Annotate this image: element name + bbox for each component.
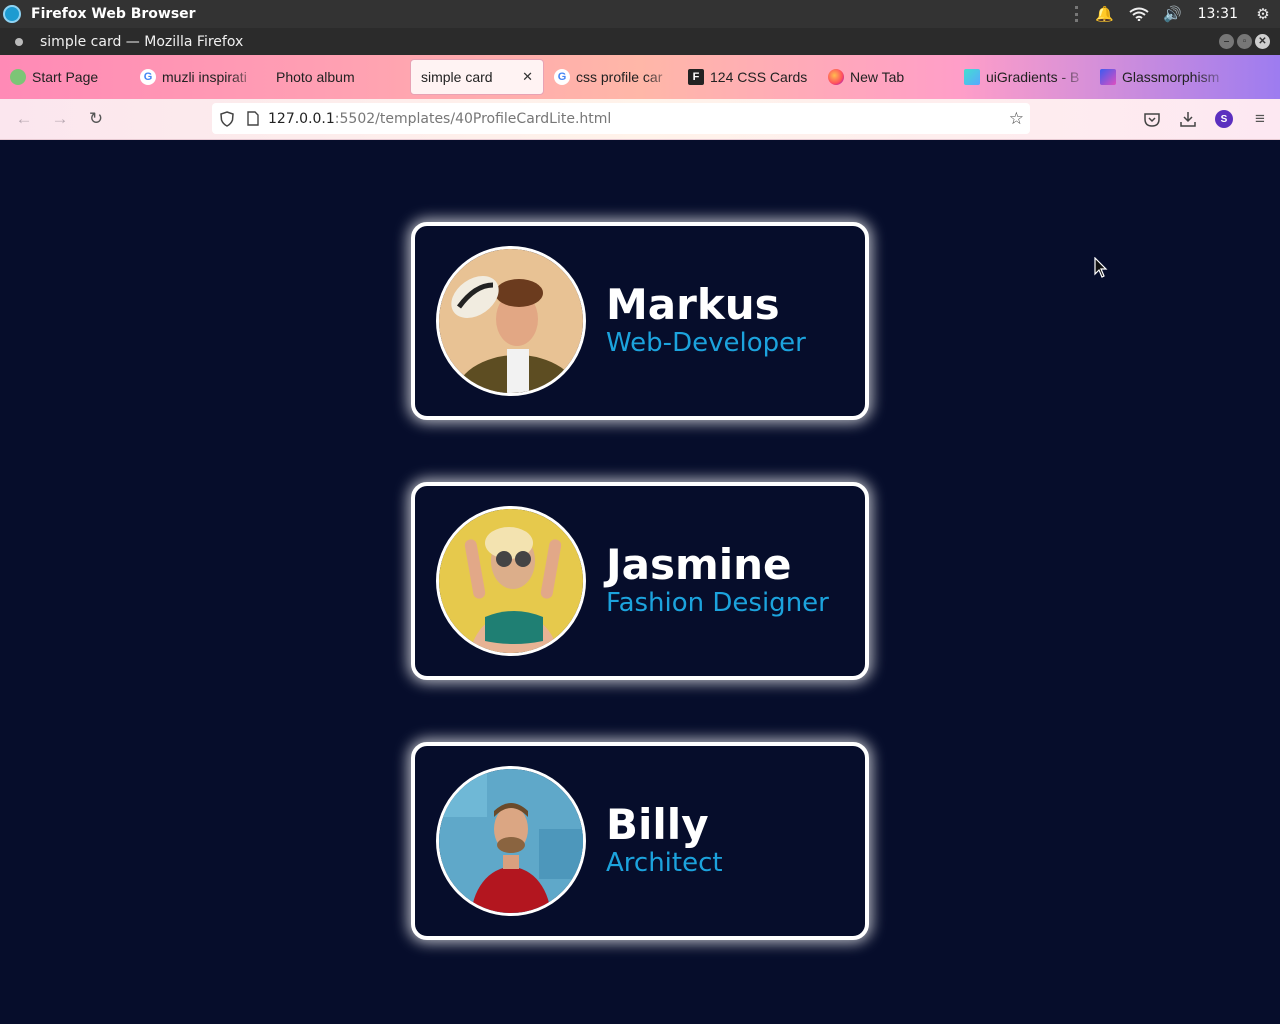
profile-role: Web-Developer bbox=[606, 328, 806, 358]
freefrontend-icon: F bbox=[688, 69, 704, 85]
url-text[interactable]: 127.0.0.1:5502/templates/40ProfileCardLi… bbox=[268, 111, 611, 127]
separator bbox=[1074, 6, 1078, 22]
tab-simple-card[interactable]: simple card ✕ bbox=[410, 59, 544, 95]
tab-uigradients[interactable]: uiGradients - B bbox=[954, 59, 1090, 95]
reload-icon[interactable]: ↻ bbox=[78, 101, 114, 137]
page-content: Markus Web-Developer Jasmine Fashion Des… bbox=[0, 140, 1280, 1024]
profile-name: Markus bbox=[606, 280, 780, 329]
google-icon: G bbox=[554, 69, 570, 85]
window-controls: – ▫ ✕ bbox=[1219, 34, 1270, 49]
toolbar-right: S ≡ bbox=[1140, 99, 1272, 139]
tab-label: uiGradients - B bbox=[986, 69, 1080, 85]
profile-info: Jasmine Fashion Designer bbox=[606, 543, 829, 619]
minimize-button[interactable]: – bbox=[1219, 34, 1234, 49]
tab-glassmorphism[interactable]: Glassmorphism bbox=[1090, 59, 1230, 95]
puzzle-icon bbox=[10, 69, 26, 85]
os-top-bar: Firefox Web Browser 🔔 🔊 13:31 ⚙ bbox=[0, 0, 1280, 28]
hamburger-menu-icon[interactable]: ≡ bbox=[1248, 101, 1272, 137]
tab-label: 124 CSS Cards bbox=[710, 69, 808, 85]
avatar bbox=[436, 766, 586, 916]
url-path: :5502/templates/40ProfileCardLite.html bbox=[334, 110, 612, 127]
tab-label: simple card bbox=[421, 69, 493, 85]
tab-strip: Start Page G muzli inspirati Photo album… bbox=[0, 55, 1280, 99]
close-window-button[interactable]: ✕ bbox=[1255, 34, 1270, 49]
profile-role: Fashion Designer bbox=[606, 588, 829, 618]
firefox-icon bbox=[828, 69, 844, 85]
avatar bbox=[436, 506, 586, 656]
profile-card-billy: Billy Architect bbox=[411, 742, 869, 940]
pocket-icon[interactable] bbox=[1140, 101, 1164, 137]
navigation-bar: ← → ↻ 127.0.0.1:5502/templates/40Profile… bbox=[0, 99, 1280, 140]
clock[interactable]: 13:31 bbox=[1190, 6, 1246, 22]
profile-name: Jasmine bbox=[606, 540, 792, 589]
address-bar[interactable]: 127.0.0.1:5502/templates/40ProfileCardLi… bbox=[212, 103, 1030, 134]
profile-card-markus: Markus Web-Developer bbox=[411, 222, 869, 420]
bookmark-star-icon[interactable]: ☆ bbox=[1009, 109, 1024, 129]
shield-icon[interactable] bbox=[212, 110, 242, 127]
bell-icon[interactable]: 🔔 bbox=[1088, 0, 1122, 28]
tab-label: css profile car bbox=[576, 69, 663, 85]
tab-124-css-cards[interactable]: F 124 CSS Cards bbox=[678, 59, 818, 95]
page-icon[interactable] bbox=[242, 111, 264, 126]
settings-gear-icon[interactable]: ⚙ bbox=[1246, 0, 1280, 28]
google-icon: G bbox=[140, 69, 156, 85]
tab-css-profile[interactable]: G css profile car bbox=[544, 59, 678, 95]
close-tab-icon[interactable]: ✕ bbox=[522, 69, 533, 85]
tab-new-tab[interactable]: New Tab bbox=[818, 59, 954, 95]
glass-icon bbox=[1100, 69, 1116, 85]
tab-label: muzli inspirati bbox=[162, 69, 247, 85]
tab-label: Photo album bbox=[276, 69, 355, 85]
os-status-area: 🔔 🔊 13:31 ⚙ bbox=[1074, 0, 1280, 28]
tab-label: Glassmorphism bbox=[1122, 69, 1220, 85]
tab-muzli[interactable]: G muzli inspirati bbox=[130, 59, 262, 95]
os-app-title[interactable]: Firefox Web Browser bbox=[31, 6, 196, 22]
volume-icon[interactable]: 🔊 bbox=[1156, 0, 1190, 28]
tab-start-page[interactable]: Start Page bbox=[0, 59, 130, 95]
account-avatar-icon[interactable]: S bbox=[1212, 101, 1236, 137]
gradient-icon bbox=[964, 69, 980, 85]
back-arrow-icon[interactable]: ← bbox=[6, 101, 42, 137]
tab-photo-album[interactable]: Photo album bbox=[262, 59, 410, 95]
profile-name: Billy bbox=[606, 800, 709, 849]
window-menu-dot-icon[interactable] bbox=[15, 37, 23, 46]
forward-arrow-icon[interactable]: → bbox=[42, 101, 78, 137]
tab-label: Start Page bbox=[32, 69, 99, 85]
url-host: 127.0.0.1 bbox=[268, 110, 335, 127]
profile-role: Architect bbox=[606, 848, 723, 878]
window-title-bar: simple card — Mozilla Firefox – ▫ ✕ bbox=[0, 28, 1280, 55]
maximize-button[interactable]: ▫ bbox=[1237, 34, 1252, 49]
tab-label: New Tab bbox=[850, 69, 905, 85]
downloads-icon[interactable] bbox=[1176, 101, 1200, 137]
window-title: simple card — Mozilla Firefox bbox=[40, 33, 244, 50]
profile-card-jasmine: Jasmine Fashion Designer bbox=[411, 482, 869, 680]
profile-info: Markus Web-Developer bbox=[606, 283, 806, 359]
avatar bbox=[436, 246, 586, 396]
profile-info: Billy Architect bbox=[606, 803, 723, 879]
ubuntu-logo-icon[interactable] bbox=[3, 5, 21, 23]
wifi-icon[interactable] bbox=[1122, 0, 1156, 28]
